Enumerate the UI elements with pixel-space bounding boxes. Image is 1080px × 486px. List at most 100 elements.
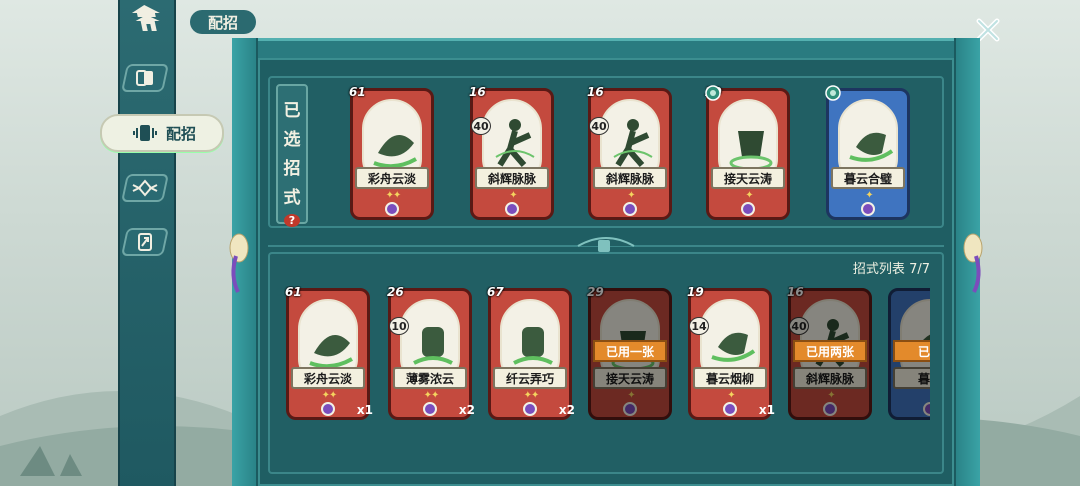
card-name: 斜辉脉脉 [793, 367, 867, 389]
move-list-count: 7/7 [909, 262, 930, 277]
card-cost: 61 [285, 286, 302, 299]
element-drop-icon [321, 402, 335, 416]
element-drop-icon [523, 402, 537, 416]
card-name: 暮云烟柳 [693, 367, 767, 389]
element-drop-icon [823, 402, 837, 416]
move-card[interactable]: 26 10 薄雾浓云 ✦✦ x2 [387, 286, 475, 420]
selected-label-char: 已 [283, 101, 301, 121]
element-drop-icon [423, 402, 437, 416]
move-illustration [413, 327, 453, 365]
card-name: 彩舟云淡 [355, 167, 429, 189]
card-count: x2 [458, 403, 475, 417]
move-card[interactable]: 16 40 斜辉脉脉 ✦ [469, 85, 554, 220]
rune-icon [825, 85, 841, 101]
nav-emblem-button[interactable] [121, 174, 169, 202]
help-button[interactable]: ? [284, 214, 300, 227]
move-list-title: 招式列表 [852, 262, 905, 277]
card-star-rating: ✦✦ [423, 390, 440, 401]
element-drop-icon [923, 402, 930, 416]
card-name: 薄雾浓云 [393, 367, 467, 389]
card-secondary-value: 40 [471, 117, 491, 135]
move-illustration [613, 119, 653, 167]
nav-active-label: 配招 [166, 124, 197, 143]
card-secondary-value: 40 [789, 317, 809, 335]
rune-icon [705, 85, 721, 101]
move-card[interactable]: 61 彩舟云淡 ✦✦ x1 [285, 286, 373, 420]
card-star-rating: ✦✦ [523, 390, 540, 401]
nav-deck-button[interactable] [121, 64, 169, 92]
move-card[interactable]: 19 14 暮云烟柳 ✦ x1 [687, 286, 775, 420]
element-drop-icon [623, 202, 637, 216]
emblem-icon [132, 179, 158, 197]
move-card[interactable]: 61 彩舟云淡 ✦✦ [349, 85, 434, 220]
card-star-rating: ✦ [727, 390, 735, 401]
card-cost: 67 [487, 286, 504, 299]
card-star-rating: ✦ [627, 390, 635, 401]
card-secondary-value: 14 [689, 317, 709, 335]
card-name: 斜辉脉脉 [475, 167, 549, 189]
used-status-tag: 已用一张 [593, 340, 667, 362]
move-card[interactable]: 暮云合璧 ✦ [825, 85, 910, 220]
tassel-right-icon [963, 233, 983, 293]
card-secondary-value: 40 [589, 117, 609, 135]
element-drop-icon [505, 202, 519, 216]
card-star-rating: ✦✦ [321, 390, 338, 401]
card-cost: 29 [587, 286, 604, 299]
used-status-tag: 已用 [893, 340, 930, 362]
nav-home-button[interactable] [126, 4, 168, 32]
element-drop-icon [741, 202, 755, 216]
card-star-rating: ✦ [509, 190, 517, 201]
move-illustration [309, 335, 353, 369]
card-cost: 16 [469, 85, 486, 99]
card-name: 接天云涛 [711, 167, 785, 189]
pagoda-icon [131, 5, 160, 31]
move-card[interactable]: 29接天云涛✦ [705, 85, 790, 220]
card-cost: 16 [787, 286, 804, 299]
selected-label-char: 招 [283, 159, 301, 179]
card-name: 纤云弄巧 [493, 367, 567, 389]
card-name: 暮云 [893, 367, 930, 389]
page-title: 配招 [190, 10, 256, 34]
tassel-left-icon [229, 233, 249, 293]
selected-moves-label: 已 选 招 式 ? [276, 84, 308, 227]
element-drop-icon [723, 402, 737, 416]
card-name: 斜辉脉脉 [593, 167, 667, 189]
card-name: 暮云合璧 [831, 167, 905, 189]
move-illustration [711, 332, 756, 362]
card-secondary-value: 10 [389, 317, 409, 335]
move-card[interactable]: 67 纤云弄巧 ✦✦ x2 [487, 286, 575, 420]
card-cost: 61 [349, 85, 366, 99]
move-illustration [729, 131, 773, 171]
move-illustration [495, 119, 535, 167]
element-drop-icon [385, 202, 399, 216]
card-cost: 19 [687, 286, 704, 299]
selected-label-char: 式 [283, 188, 301, 208]
card-count: x1 [758, 403, 775, 417]
used-status-tag: 已用两张 [793, 340, 867, 362]
card-name: 彩舟云淡 [291, 367, 365, 389]
exit-card-icon [138, 233, 152, 251]
move-illustration [849, 132, 894, 162]
card-name: 接天云涛 [593, 367, 667, 389]
card-deck-icon [136, 70, 153, 86]
active-cards-icon [133, 125, 157, 141]
card-count: x1 [356, 403, 373, 417]
move-illustration [373, 135, 417, 169]
card-star-rating: ✦ [827, 390, 835, 401]
selected-label-char: 选 [283, 130, 301, 150]
card-star-rating: ✦ [865, 190, 873, 201]
card-cost: 26 [387, 286, 404, 299]
element-drop-icon [623, 402, 637, 416]
card-star-rating: ✦ [745, 190, 753, 201]
card-count: x2 [558, 403, 575, 417]
card-cost: 16 [587, 85, 604, 99]
move-list-header: 招式列表 7/7 [830, 258, 930, 278]
card-star-rating: ✦ [627, 190, 635, 201]
move-illustration [513, 327, 553, 365]
nav-exit-card-button[interactable] [121, 228, 169, 256]
element-drop-icon [861, 202, 875, 216]
nav-loadout-button-active[interactable]: 配招 [100, 114, 224, 152]
move-card[interactable]: 16 40 斜辉脉脉 ✦ [587, 85, 672, 220]
card-star-rating: ✦✦ [385, 190, 402, 201]
move-list-scroll[interactable]: 61 彩舟云淡 ✦✦ x1 26 10 薄雾浓云 ✦✦ x2 67 纤云弄巧 ✦✦ x2 29 接天云涛 ✦ 已… [284, 286, 930, 434]
